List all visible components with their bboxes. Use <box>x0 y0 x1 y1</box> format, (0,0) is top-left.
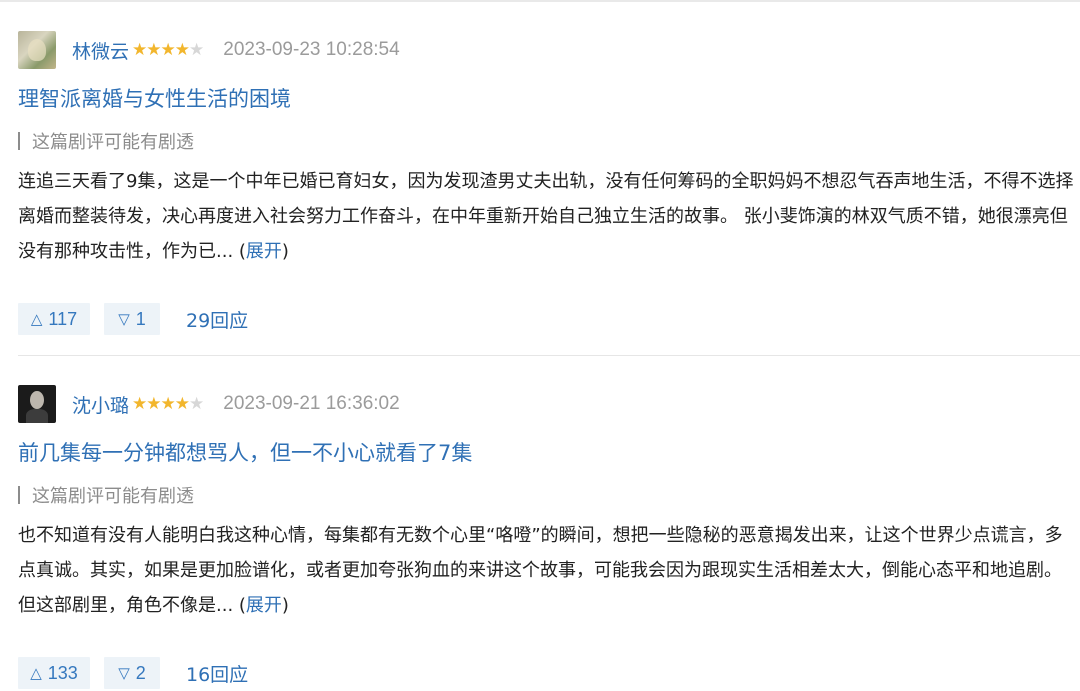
star-empty-icon: ★ <box>189 40 204 60</box>
upvote-count: 117 <box>48 308 78 329</box>
replies-link[interactable]: 29回应 <box>186 306 248 333</box>
upvote-count: 133 <box>47 662 78 683</box>
star-icon: ★ <box>132 40 147 60</box>
expand-link[interactable]: 展开 <box>246 241 282 262</box>
review-header: 林微云 ★ ★ ★ ★ ★ 2023-09-23 10:28:54 <box>18 28 1080 72</box>
review-timestamp: 2023-09-23 10:28:54 <box>223 39 400 60</box>
downvote-count: 1 <box>135 308 146 329</box>
username-link[interactable]: 林微云 <box>72 37 129 64</box>
spoiler-warning: 这篇剧评可能有剧透 <box>18 128 1080 154</box>
upvote-button[interactable]: △ 117 <box>18 303 90 335</box>
rating-stars: ★ ★ ★ ★ ★ <box>132 394 204 414</box>
star-icon: ★ <box>160 394 176 414</box>
avatar[interactable] <box>18 31 56 69</box>
replies-link[interactable]: 16回应 <box>186 660 248 687</box>
username-link[interactable]: 沈小璐 <box>72 391 129 418</box>
star-icon: ★ <box>132 394 147 414</box>
star-icon: ★ <box>174 40 190 60</box>
thumb-down-icon: ▽ <box>118 311 130 328</box>
spoiler-text: 这篇剧评可能有剧透 <box>32 132 194 153</box>
downvote-button[interactable]: ▽ 2 <box>104 657 160 689</box>
star-icon: ★ <box>174 394 190 414</box>
top-divider <box>0 0 1080 2</box>
spoiler-warning: 这篇剧评可能有剧透 <box>18 482 1080 508</box>
avatar[interactable] <box>18 385 56 423</box>
review-excerpt: 也不知道有没有人能明白我这种心情，每集都有无数个心里“咯噔”的瞬间，想把一些隐秘… <box>18 518 1076 623</box>
star-empty-icon: ★ <box>189 394 204 414</box>
rating-stars: ★ ★ ★ ★ ★ <box>132 40 204 60</box>
review-divider <box>18 355 1080 356</box>
review-timestamp: 2023-09-21 16:36:02 <box>223 393 400 414</box>
excerpt-text: 连追三天看了9集，这是一个中年已婚已育妇女，因为发现渣男丈夫出轨，没有任何筹码的… <box>18 171 1074 262</box>
close-paren: ) <box>281 595 289 616</box>
upvote-button[interactable]: △ 133 <box>18 657 90 689</box>
downvote-count: 2 <box>135 662 146 683</box>
thumb-up-icon: △ <box>30 311 43 328</box>
spoiler-bar <box>18 132 20 150</box>
star-icon: ★ <box>146 40 161 60</box>
review-item: 林微云 ★ ★ ★ ★ ★ 2023-09-23 10:28:54 理智派离婚与… <box>18 28 1080 335</box>
excerpt-text: 也不知道有没有人能明白我这种心情，每集都有无数个心里“咯噔”的瞬间，想把一些隐秘… <box>18 525 1063 616</box>
review-title-link[interactable]: 理智派离婚与女性生活的困境 <box>18 84 1080 114</box>
review-header: 沈小璐 ★ ★ ★ ★ ★ 2023-09-21 16:36:02 <box>18 382 1080 426</box>
star-icon: ★ <box>160 40 176 60</box>
spoiler-bar <box>18 486 20 504</box>
thumb-up-icon: △ <box>30 665 42 682</box>
expand-link[interactable]: 展开 <box>246 595 282 616</box>
star-icon: ★ <box>146 394 161 414</box>
thumb-down-icon: ▽ <box>118 665 130 682</box>
review-item: 沈小璐 ★ ★ ★ ★ ★ 2023-09-21 16:36:02 前几集每一分… <box>18 382 1080 689</box>
review-title-link[interactable]: 前几集每一分钟都想骂人，但一不小心就看了7集 <box>18 438 1080 468</box>
review-actions: △ 117 ▽ 1 29回应 <box>18 303 1080 335</box>
review-excerpt: 连追三天看了9集，这是一个中年已婚已育妇女，因为发现渣男丈夫出轨，没有任何筹码的… <box>18 164 1076 269</box>
spoiler-text: 这篇剧评可能有剧透 <box>32 486 194 507</box>
downvote-button[interactable]: ▽ 1 <box>104 303 160 335</box>
review-actions: △ 133 ▽ 2 16回应 <box>18 657 1080 689</box>
close-paren: ) <box>281 241 289 262</box>
